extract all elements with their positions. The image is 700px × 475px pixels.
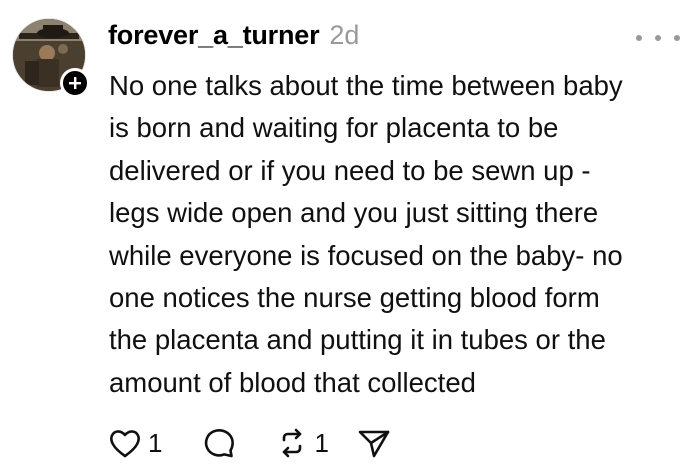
follow-button[interactable] bbox=[60, 68, 90, 98]
more-dot bbox=[655, 35, 661, 41]
more-options-button[interactable] bbox=[636, 28, 680, 48]
heart-icon bbox=[110, 430, 140, 458]
send-icon bbox=[358, 430, 390, 458]
post-body-text: No one talks about the time between baby… bbox=[109, 70, 623, 398]
post-timestamp[interactable]: 2d bbox=[329, 20, 359, 51]
more-horizontal-icon bbox=[636, 35, 642, 41]
repost-icon bbox=[283, 428, 302, 458]
more-dot bbox=[674, 35, 680, 41]
post-actions-bar: 1 1 bbox=[108, 423, 391, 463]
post-header: forever_a_turner 2d bbox=[108, 20, 359, 60]
share-button[interactable] bbox=[357, 427, 391, 459]
repost-count: 1 bbox=[314, 427, 329, 458]
comment-bubble-icon bbox=[205, 429, 235, 458]
like-button[interactable]: 1 bbox=[108, 427, 162, 459]
avatar-container bbox=[12, 18, 90, 98]
plus-icon bbox=[69, 77, 81, 89]
repost-button[interactable]: 1 bbox=[276, 427, 329, 459]
like-count: 1 bbox=[148, 427, 163, 458]
username-link[interactable]: forever_a_turner bbox=[108, 20, 320, 51]
comment-button[interactable] bbox=[202, 426, 236, 460]
post-card: forever_a_turner 2d No one talks about t… bbox=[0, 0, 700, 475]
